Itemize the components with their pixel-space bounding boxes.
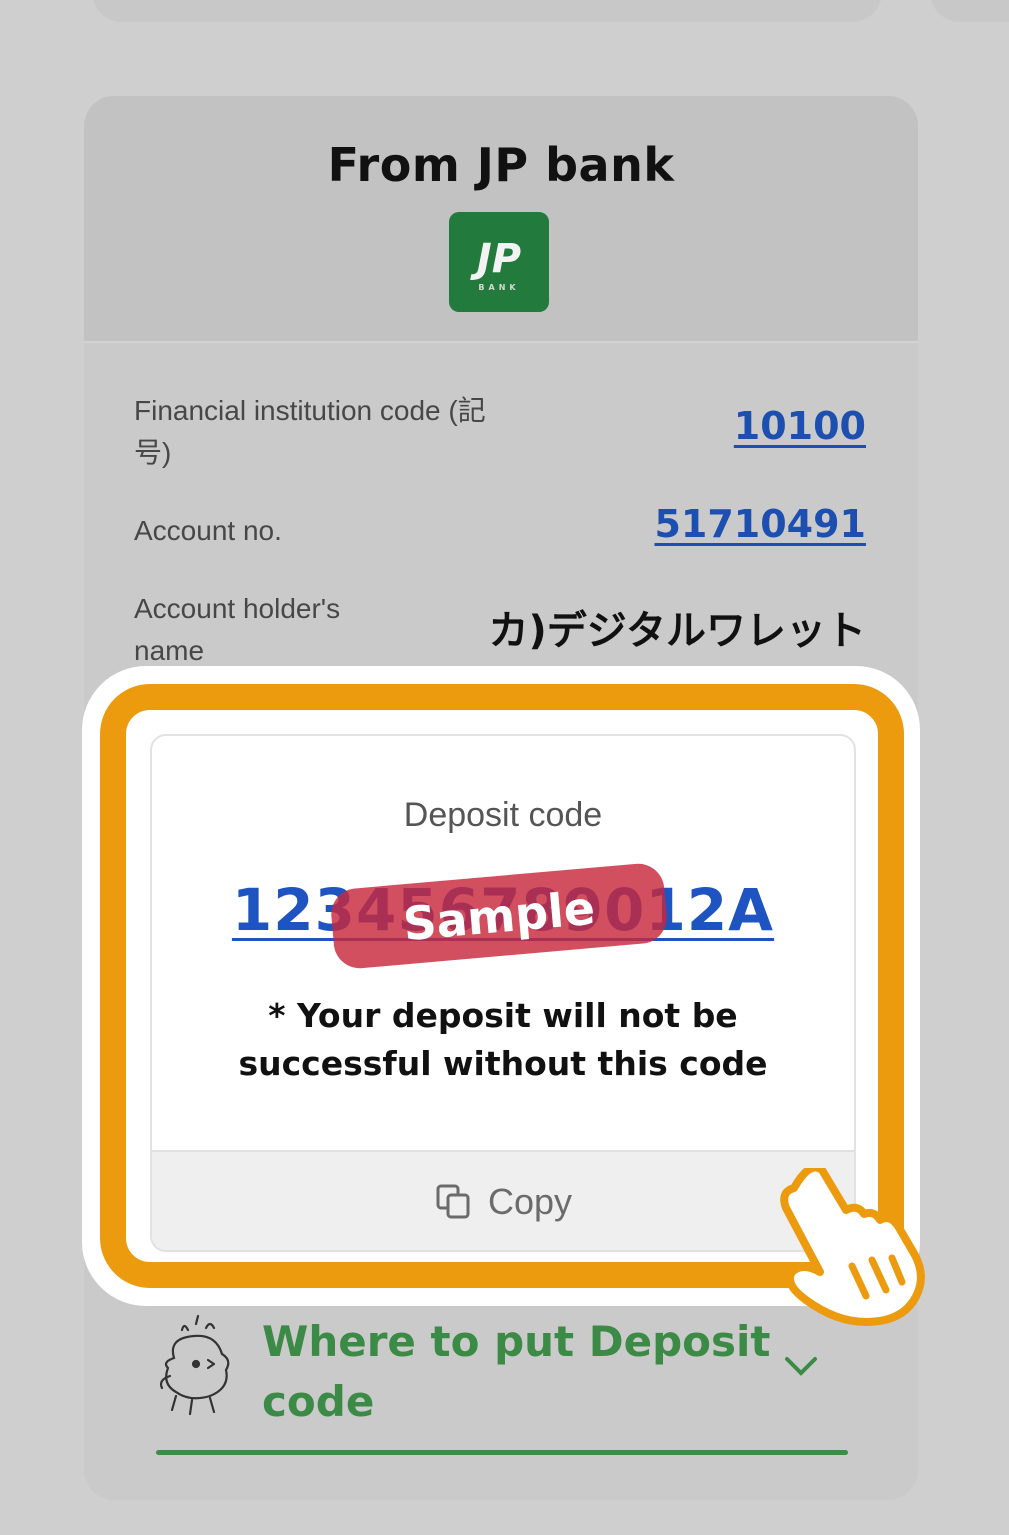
card-header: From JP bank JP BANK (84, 96, 918, 343)
account-no-label: Account no. (134, 515, 282, 546)
copy-button[interactable]: Copy (152, 1150, 854, 1250)
pointing-hand-icon (780, 1168, 925, 1326)
financial-code-row: Financial institution code (記号) 10100 (134, 388, 866, 478)
financial-code-label: Financial institution code (記号) (134, 395, 486, 468)
financial-code-value[interactable]: 10100 (734, 404, 866, 448)
where-to-put-code-label: Where to put Deposit code (262, 1317, 771, 1426)
deposit-code-note: * Your deposit will not be successful wi… (152, 992, 854, 1088)
deposit-code-note-line2: successful without this code (238, 1044, 768, 1083)
account-holder-row: Account holder's name カ)デジタルワレット (134, 588, 866, 678)
jp-bank-logo-mark: JP (476, 235, 522, 282)
card-title: From JP bank (327, 138, 675, 192)
jp-bank-logo-sub: BANK (478, 282, 520, 292)
deposit-code-label: Deposit code (403, 796, 603, 834)
deposit-code-note-line1: * Your deposit will not be (268, 996, 738, 1035)
jp-bank-logo: JP BANK (449, 212, 549, 312)
account-holder-label: Account holder's name (134, 593, 341, 666)
account-no-row: Account no. 51710491 (134, 502, 866, 566)
adjacent-card (930, 0, 1009, 22)
account-holder-value: カ)デジタルワレット (488, 608, 866, 654)
previous-card (92, 0, 882, 22)
account-no-value[interactable]: 51710491 (654, 502, 866, 546)
copy-label: Copy (487, 1181, 573, 1222)
copy-icon (436, 1184, 470, 1219)
deposit-code-panel: Deposit code 123456789012A Sample * Your… (150, 734, 856, 1252)
where-to-put-code-toggle[interactable]: Where to put Deposit code (156, 1312, 848, 1455)
confused-mascot-icon (159, 1314, 230, 1416)
toggle-underline (156, 1450, 848, 1455)
chevron-down-icon (784, 1348, 818, 1386)
